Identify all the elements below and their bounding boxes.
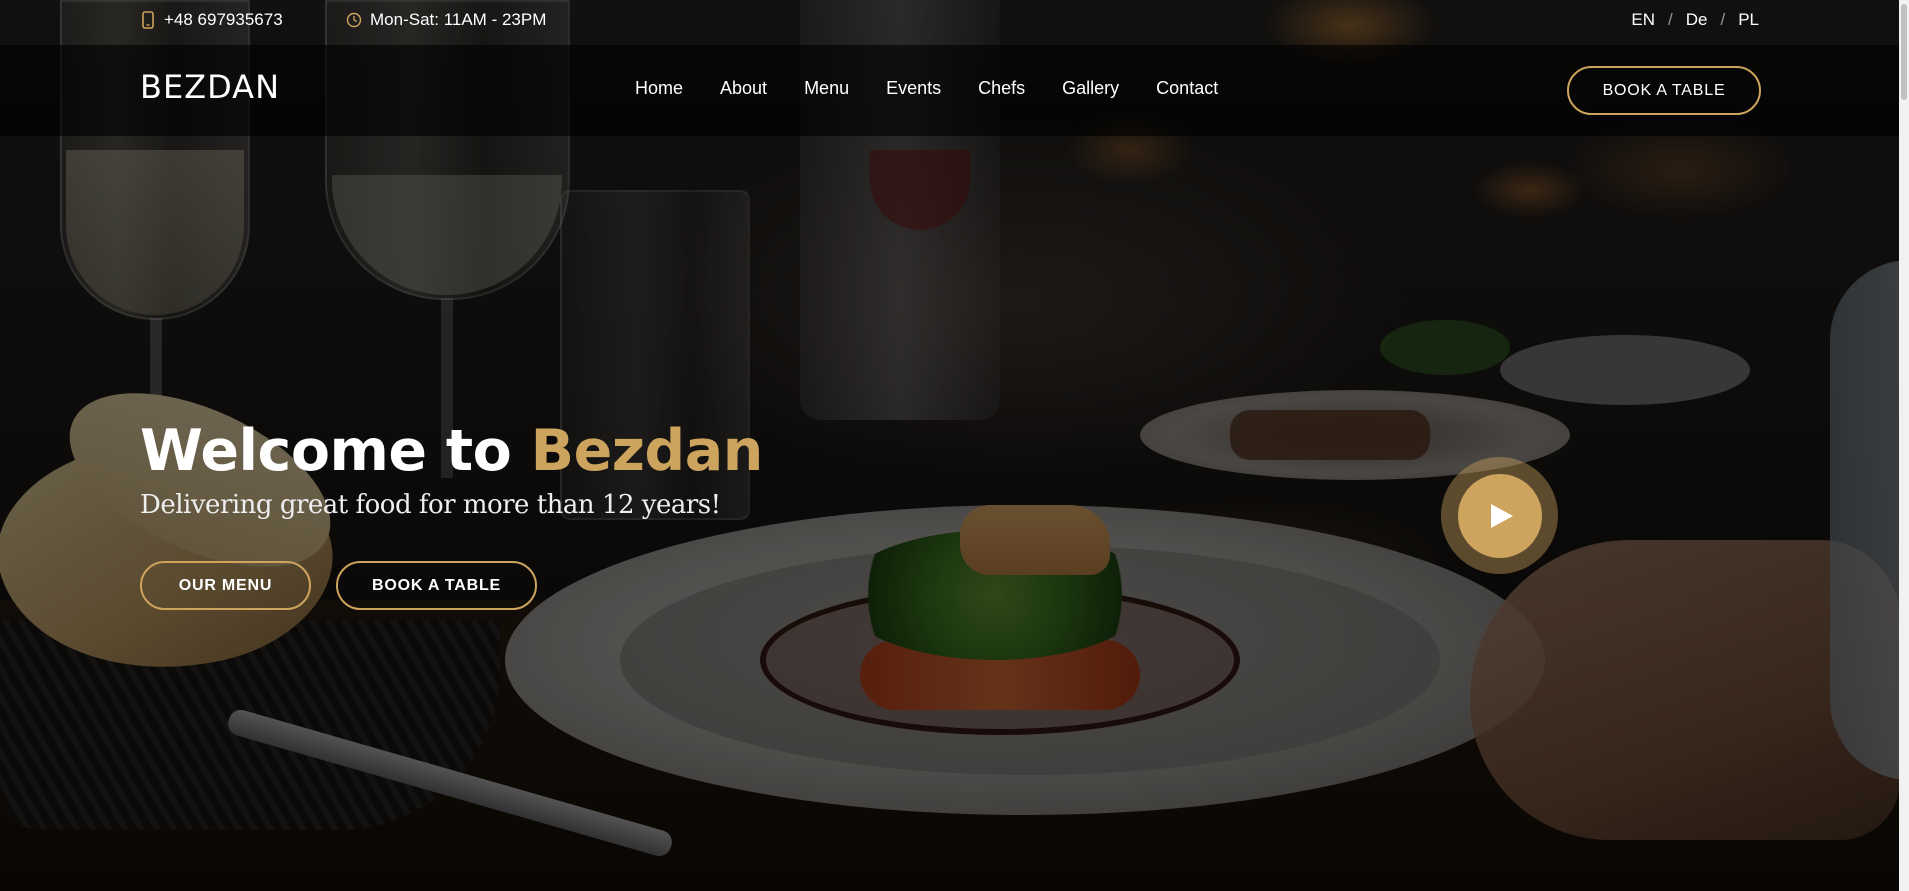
language-pl[interactable]: PL bbox=[1738, 10, 1759, 30]
nav-gallery[interactable]: Gallery bbox=[1062, 78, 1119, 99]
hero-title: Welcome to Bezdan bbox=[140, 418, 763, 484]
opening-hours: Mon-Sat: 11AM - 23PM bbox=[346, 10, 546, 30]
scrollbar-thumb[interactable] bbox=[1901, 4, 1907, 100]
page-viewport: +48 697935673 Mon-Sat: 11AM - 23PM EN / … bbox=[0, 0, 1899, 891]
nav-about[interactable]: About bbox=[720, 78, 767, 99]
play-button-inner bbox=[1457, 473, 1542, 558]
our-menu-button[interactable]: OUR MENU bbox=[140, 561, 311, 610]
language-en[interactable]: EN bbox=[1631, 10, 1655, 30]
nav-home[interactable]: Home bbox=[635, 78, 683, 99]
language-switcher: EN / De / PL bbox=[1631, 10, 1759, 30]
phone-contact[interactable]: +48 697935673 bbox=[140, 10, 283, 30]
nav-events[interactable]: Events bbox=[886, 78, 941, 99]
clock-icon bbox=[346, 12, 362, 28]
hero-subtitle: Delivering great food for more than 12 y… bbox=[140, 490, 721, 520]
phone-number: +48 697935673 bbox=[164, 10, 283, 29]
page-scrollbar[interactable] bbox=[1899, 0, 1909, 891]
language-separator: / bbox=[1720, 10, 1726, 29]
play-icon bbox=[1491, 503, 1513, 528]
hero-book-table-button[interactable]: BOOK A TABLE bbox=[336, 561, 537, 610]
play-video-button[interactable] bbox=[1441, 457, 1558, 574]
book-a-table-button[interactable]: BOOK A TABLE bbox=[1567, 66, 1761, 115]
nav-menu[interactable]: Menu bbox=[804, 78, 849, 99]
nav-contact[interactable]: Contact bbox=[1156, 78, 1218, 99]
nav-chefs[interactable]: Chefs bbox=[978, 78, 1025, 99]
site-logo[interactable]: BEZDAN bbox=[140, 68, 280, 106]
hero-title-prefix: Welcome to bbox=[140, 418, 512, 484]
language-separator: / bbox=[1668, 10, 1673, 29]
site-header: BEZDAN Home About Menu Events Chefs Gall… bbox=[0, 45, 1899, 136]
hero-title-accent: Bezdan bbox=[530, 418, 764, 484]
hours-text: Mon-Sat: 11AM - 23PM bbox=[370, 10, 547, 29]
language-de[interactable]: De bbox=[1686, 10, 1708, 30]
phone-icon bbox=[142, 11, 154, 29]
main-nav: Home About Menu Events Chefs Gallery Con… bbox=[635, 78, 1218, 99]
top-info-bar: +48 697935673 Mon-Sat: 11AM - 23PM EN / … bbox=[0, 0, 1899, 45]
